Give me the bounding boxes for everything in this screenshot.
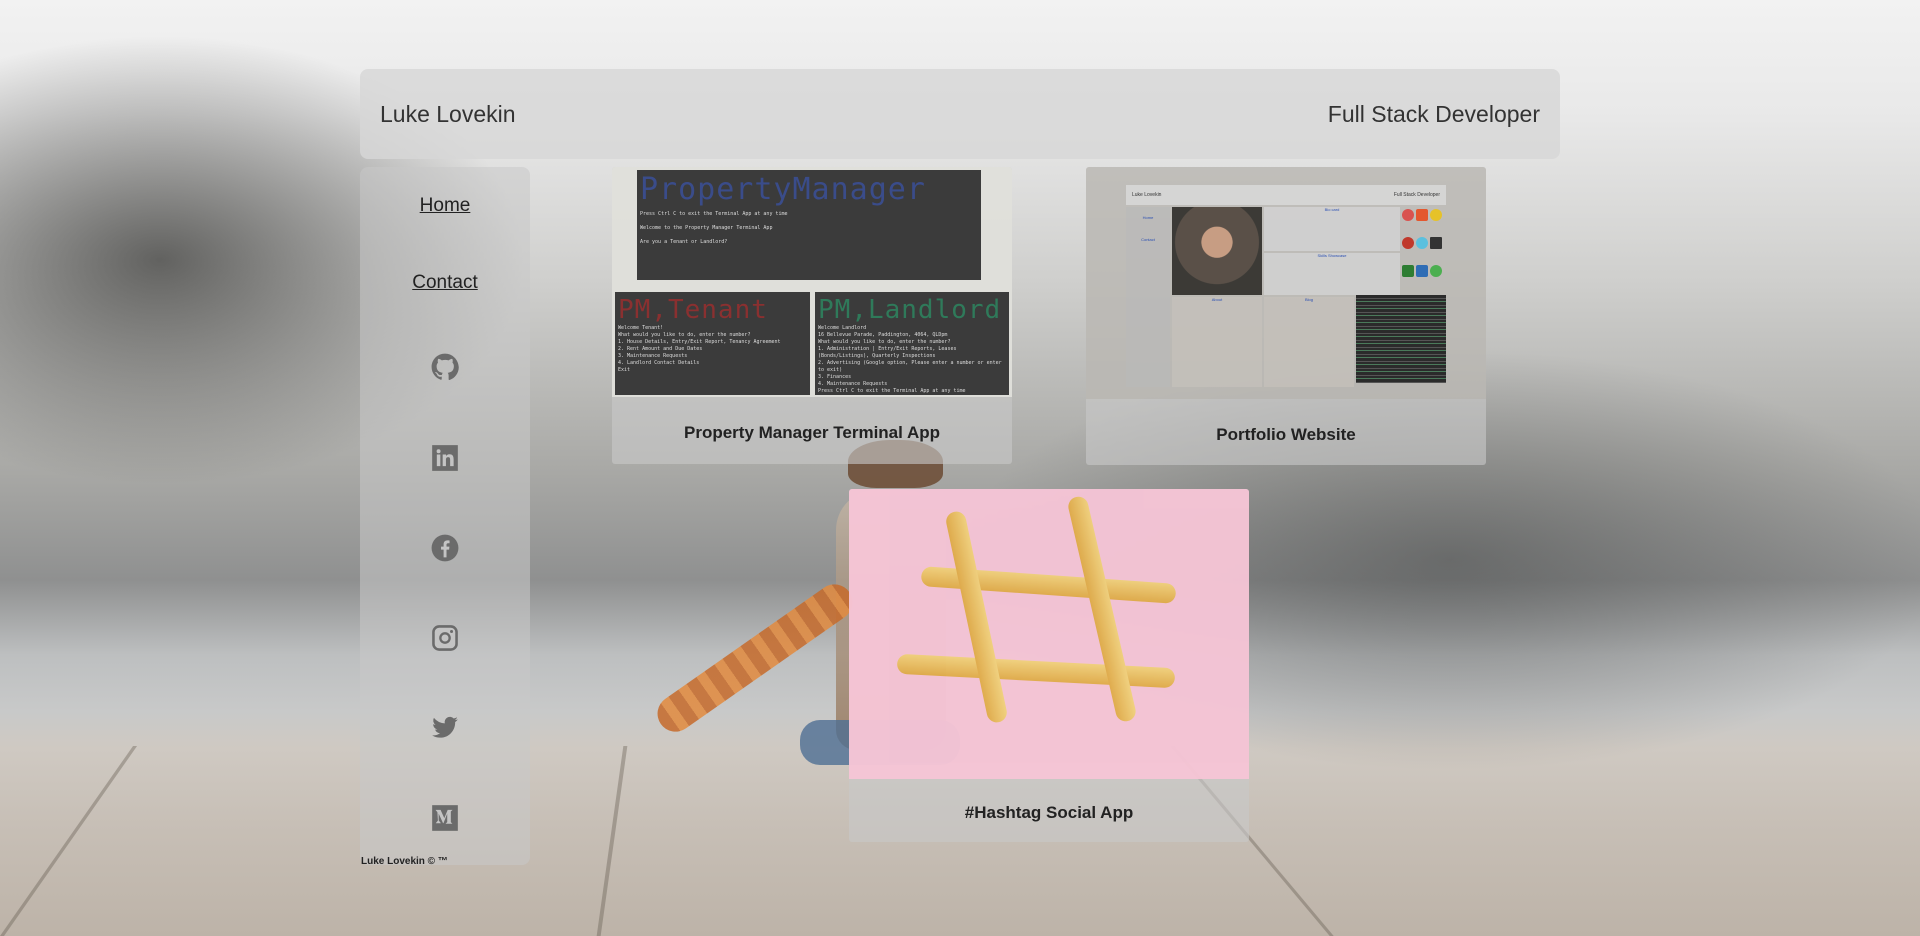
project-thumbnail	[849, 489, 1249, 779]
terminal-line: Welcome to the Property Manager Terminal…	[640, 225, 773, 231]
project-card-property-manager[interactable]: PropertyManager Press Ctrl C to exit the…	[612, 167, 1012, 464]
project-title: #Hashtag Social App	[964, 803, 1134, 822]
site-name: Luke Lovekin	[380, 100, 516, 127]
medium-icon[interactable]	[431, 804, 459, 832]
terminal-line: 3. Finances	[818, 374, 852, 380]
terminal-screen-main: PropertyManager Press Ctrl C to exit the…	[637, 170, 981, 280]
terminal-banner: PM,Tenant	[618, 295, 768, 325]
thumb-header: Luke Lovekin Full Stack Developer	[1126, 185, 1446, 205]
terminal-line: Welcome Tenant!	[618, 325, 664, 331]
node-icon	[1402, 265, 1414, 277]
thumb-box-label: Skills Showcase	[1317, 253, 1347, 258]
deck-plank	[1170, 746, 1734, 936]
thumb-site-role: Full Stack Developer	[1393, 192, 1440, 198]
project-title: Property Manager Terminal App	[684, 423, 940, 442]
thumb-box: Skills Showcase	[1264, 253, 1400, 295]
fry-shape	[944, 509, 1009, 725]
fry-shape	[1066, 494, 1138, 724]
thumb-box-label: About	[1211, 297, 1223, 302]
terminal-line: What would you like to do, enter the num…	[818, 339, 951, 345]
rails-icon	[1402, 237, 1414, 249]
javascript-icon	[1430, 209, 1442, 221]
thumb-box: Bio card	[1264, 207, 1400, 251]
instagram-icon[interactable]	[431, 624, 459, 652]
terminal-banner: PropertyManager	[640, 172, 926, 207]
nav-home-link[interactable]: Home	[360, 195, 530, 217]
terminal-screen-tenant: PM,Tenant Welcome Tenant! What would you…	[615, 292, 810, 395]
thumb-sidebar: Home Contact	[1126, 207, 1170, 387]
project-thumbnail: Luke Lovekin Full Stack Developer Home C…	[1086, 167, 1486, 399]
site-header: Luke Lovekin Full Stack Developer	[360, 69, 1560, 159]
thumb-box: Blog	[1264, 297, 1354, 387]
css3-icon	[1416, 265, 1428, 277]
project-card-hashtag[interactable]: #Hashtag Social App	[849, 489, 1249, 842]
terminal-line: 1. House Details, Entry/Exit Report, Ten…	[618, 339, 781, 345]
ruby-icon	[1402, 209, 1414, 221]
terminal-line: 3. Maintenance Requests	[618, 353, 688, 359]
terminal-line: Welcome Landlord	[818, 325, 867, 331]
terminal-line: 16 Bellevue Parade, Paddington, 4064, QL…	[818, 332, 948, 338]
thumb-code-image	[1356, 295, 1446, 383]
nav-contact-link[interactable]: Contact	[360, 272, 530, 294]
terminal-icon	[1430, 237, 1442, 249]
thumb-site-name: Luke Lovekin	[1132, 192, 1162, 198]
terminal-line: Exit	[618, 367, 631, 373]
mongodb-icon	[1430, 265, 1442, 277]
thumb-box-label: Blog	[1304, 297, 1313, 302]
thumb-profile-photo	[1172, 207, 1262, 295]
terminal-line: 1. Administration | Entry/Exit Reports, …	[818, 346, 957, 359]
github-icon[interactable]	[431, 353, 459, 381]
react-icon	[1416, 237, 1428, 249]
thumb-link: Home	[1142, 215, 1154, 220]
html5-icon	[1416, 209, 1428, 221]
terminal-line: Are you a Tenant or Landlord?	[640, 239, 728, 245]
linkedin-icon[interactable]	[431, 444, 459, 472]
fry-shape	[896, 653, 1176, 689]
project-thumbnail: PropertyManager Press Ctrl C to exit the…	[612, 167, 1012, 397]
thumb-link: Contact	[1141, 237, 1155, 242]
terminal-line: 2. Advertising (Google option, Please en…	[818, 360, 1002, 373]
terminal-line: 4. Maintenance Requests	[818, 381, 888, 387]
footer-copyright: Luke Lovekin © ™	[361, 856, 448, 867]
site-role: Full Stack Developer	[1327, 100, 1540, 127]
sidebar: Home Contact	[360, 167, 530, 865]
terminal-line: 2. Rent Amount and Due Dates	[618, 346, 703, 352]
facebook-icon[interactable]	[431, 534, 459, 562]
twitter-icon[interactable]	[431, 714, 459, 742]
terminal-line: What would you like to do, enter the num…	[618, 332, 751, 338]
terminal-line: Press Ctrl C to exit the Terminal App at…	[640, 211, 788, 217]
project-card-portfolio[interactable]: Luke Lovekin Full Stack Developer Home C…	[1086, 167, 1486, 465]
terminal-line: 4. Landlord Contact Details	[618, 360, 700, 366]
terminal-banner: PM,Landlord	[818, 295, 1002, 325]
terminal-screen-landlord: PM,Landlord Welcome Landlord 16 Bellevue…	[815, 292, 1009, 395]
figurine-arm	[650, 577, 860, 739]
thumb-box-label: Bio card	[1324, 207, 1340, 212]
terminal-line: Press Ctrl C to exit the Terminal App at…	[818, 388, 966, 394]
thumb-box: About	[1172, 297, 1262, 387]
project-title: Portfolio Website	[1216, 425, 1356, 444]
